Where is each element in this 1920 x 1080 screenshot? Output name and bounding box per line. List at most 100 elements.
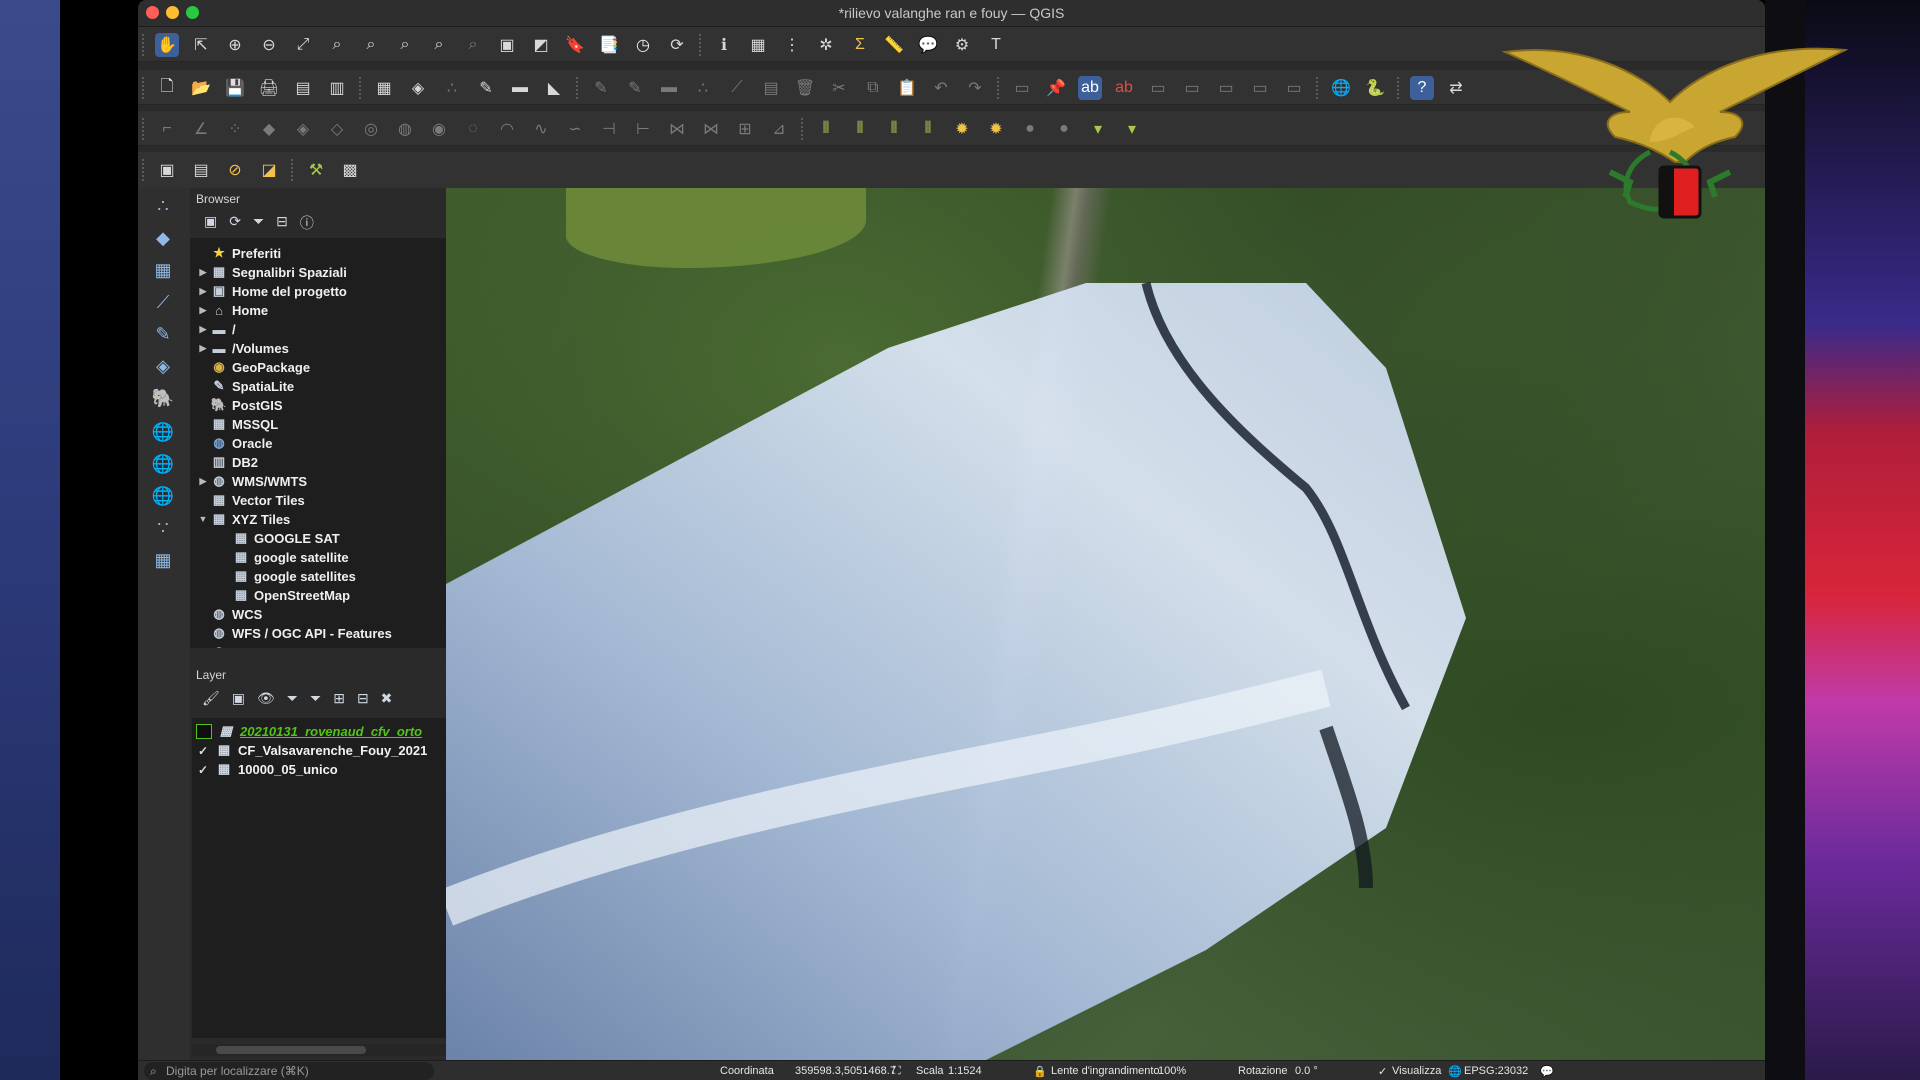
add-point-tool-2-icon[interactable]: ●	[1052, 117, 1076, 141]
identify-features-icon[interactable]: ℹ	[712, 33, 736, 57]
add-raster-layer-icon[interactable]: ▦	[150, 260, 176, 284]
add-ring-icon[interactable]: ◎	[359, 117, 383, 141]
new-print-layout-icon[interactable]: 🖨	[257, 76, 281, 100]
browser-item[interactable]: ◍ WCS	[190, 605, 478, 623]
new-project-icon[interactable]: 🗋	[155, 76, 179, 100]
show-hide-labels-icon[interactable]: ▭	[1248, 76, 1272, 100]
toggle-editing-icon[interactable]: ✎	[589, 76, 613, 100]
feature-action-icon[interactable]: ⚙	[950, 33, 974, 57]
add-part-icon[interactable]: ◍	[393, 117, 417, 141]
add-point-tool-3-icon[interactable]: ▾	[1086, 117, 1110, 141]
browser-item[interactable]: ▦ MSSQL	[190, 415, 478, 433]
expander-arrow-icon[interactable]: ▶	[196, 267, 210, 278]
split-features-icon[interactable]: ⊣	[597, 117, 621, 141]
properties-info-icon[interactable]: ⓘ	[300, 213, 314, 233]
add-vector-icon[interactable]: ◣	[542, 76, 566, 100]
browser-item[interactable]: ◍ WFS / OGC API - Features	[190, 624, 478, 642]
label-tool-icon[interactable]: ▭	[1010, 76, 1034, 100]
remove-layer-icon[interactable]: ✖	[381, 690, 393, 707]
add-delimited-text-icon[interactable]: ✎	[150, 324, 176, 348]
browser-item[interactable]: ▶◍ OWS	[190, 643, 478, 648]
zoom-native-icon[interactable]: ⌕	[393, 33, 417, 57]
label-properties-icon[interactable]: ▭	[1282, 76, 1306, 100]
pin-label-icon[interactable]: 📌	[1044, 76, 1068, 100]
zoom-next-icon[interactable]: ⌕	[461, 33, 485, 57]
browser-item[interactable]: ▶ ▦ Segnalibri Spaziali	[190, 263, 478, 281]
draw-angle-icon[interactable]: ∠	[189, 117, 213, 141]
rotation-value[interactable]: 0.0 °	[1295, 1065, 1318, 1077]
add-group-icon[interactable]: ▣	[232, 690, 245, 707]
georef-tool-2-icon[interactable]: ⫴	[848, 117, 872, 141]
add-postgis-icon[interactable]: 🐘	[150, 388, 176, 412]
map-canvas[interactable]	[446, 188, 1765, 1060]
paste-features-icon[interactable]: 📋	[895, 76, 919, 100]
add-vector-tile-icon[interactable]: ▦	[150, 550, 176, 574]
rotate-feature-icon[interactable]: ◈	[291, 117, 315, 141]
data-source-manager-icon[interactable]: ▦	[372, 76, 396, 100]
locator-search-input[interactable]: ⌕ Digita per localizzare (⌘K)	[144, 1062, 434, 1080]
plugin-b-icon[interactable]: ▩	[338, 158, 362, 182]
add-layer-icon[interactable]: ▣	[204, 213, 217, 233]
move-label-icon[interactable]: ▭	[1146, 76, 1170, 100]
save-edits-icon[interactable]: ▬	[508, 76, 532, 100]
browser-item[interactable]: ▦ Vector Tiles	[190, 491, 478, 509]
add-wfs-icon[interactable]: 🌐	[150, 486, 176, 510]
add-feature-icon[interactable]: ∴	[691, 76, 715, 100]
save-layer-edits-icon[interactable]: ▬	[657, 76, 681, 100]
browser-item[interactable]: 🐘 PostGIS	[190, 396, 478, 414]
delete-part-icon[interactable]: ◠	[495, 117, 519, 141]
offset-curve-icon[interactable]: ∽	[563, 117, 587, 141]
style-manager-icon[interactable]: ▥	[325, 76, 349, 100]
plugin-tool-icon[interactable]: ⇄	[1444, 76, 1468, 100]
browser-item[interactable]: ▶ ⌂ Home	[190, 301, 478, 319]
undo-icon[interactable]: ↶	[929, 76, 953, 100]
rotate-label-icon[interactable]: ▭	[1180, 76, 1204, 100]
browser-item[interactable]: ▥ DB2	[190, 453, 478, 471]
expander-arrow-icon[interactable]: ▼	[196, 514, 210, 524]
zoom-out-icon[interactable]: ⊖	[257, 33, 281, 57]
change-label-icon[interactable]: ▭	[1214, 76, 1238, 100]
zoom-full-icon[interactable]: ⤢	[291, 33, 315, 57]
highlight-pinned-labels-icon[interactable]: ab	[1112, 76, 1136, 100]
render-checkbox-icon[interactable]: ✓	[1378, 1065, 1387, 1078]
expand-all-icon[interactable]: ⊞	[333, 690, 345, 707]
georef-tool-3-icon[interactable]: ⫴	[882, 117, 906, 141]
layer-labeling-icon[interactable]: ab	[1078, 76, 1102, 100]
split-parts-icon[interactable]: ⊢	[631, 117, 655, 141]
zoom-layer-icon[interactable]: ⌕	[359, 33, 383, 57]
add-virtual-layer-icon[interactable]: ∵	[150, 518, 176, 542]
new-3d-map-view-icon[interactable]: ◩	[529, 33, 553, 57]
text-annotation-icon[interactable]: T	[984, 33, 1008, 57]
crs-value[interactable]: EPSG:23032	[1464, 1065, 1528, 1077]
copy-features-icon[interactable]: ⧉	[861, 76, 885, 100]
add-point-tool-4-icon[interactable]: ▾	[1120, 117, 1144, 141]
add-wms-icon[interactable]: 🌐	[150, 422, 176, 446]
filter-browser-icon[interactable]: ⏷	[253, 213, 264, 233]
field-calculator-icon[interactable]: Σ	[848, 33, 872, 57]
digitize-points-icon[interactable]: ∴	[150, 196, 176, 220]
sun-tool-2-icon[interactable]: ✹	[984, 117, 1008, 141]
browser-item[interactable]: ▼ ▦ XYZ Tiles	[190, 510, 478, 528]
modify-attributes-icon[interactable]: ▤	[759, 76, 783, 100]
plugin-a-icon[interactable]: ⚒	[304, 158, 328, 182]
temporal-controller-icon[interactable]: ◷	[631, 33, 655, 57]
layer-visibility-checkbox[interactable]: ✓	[196, 763, 210, 777]
browser-item[interactable]: ▦ google satellite	[190, 548, 478, 566]
digitize-shape-icon[interactable]: ⁘	[223, 117, 247, 141]
pan-to-selection-icon[interactable]: ⇱	[189, 33, 213, 57]
rotate-point-symbols-icon[interactable]: ⊞	[733, 117, 757, 141]
browser-item[interactable]: ▶ ▬ /Volumes	[190, 339, 478, 357]
layer-visibility-checkbox[interactable]	[196, 723, 212, 739]
new-layer-icon[interactable]: ◈	[406, 76, 430, 100]
georef-tool-1-icon[interactable]: ⫴	[814, 117, 838, 141]
browser-item[interactable]: ◉ GeoPackage	[190, 358, 478, 376]
add-spatialite-icon[interactable]: ◈	[150, 356, 176, 380]
plugin-globe-icon[interactable]: 🌐	[1329, 76, 1353, 100]
expander-arrow-icon[interactable]: ▶	[196, 286, 210, 297]
filter-by-expression-icon[interactable]: ⏷	[310, 690, 321, 707]
toggle-extents-icon[interactable]: ⛶	[893, 1065, 901, 1078]
new-spatial-bookmark-icon[interactable]: 🔖	[563, 33, 587, 57]
expander-arrow-icon[interactable]: ▶	[196, 324, 210, 335]
new-map-view-icon[interactable]: ▣	[495, 33, 519, 57]
coordinate-value[interactable]: 359598.3,5051468.7	[795, 1065, 896, 1077]
